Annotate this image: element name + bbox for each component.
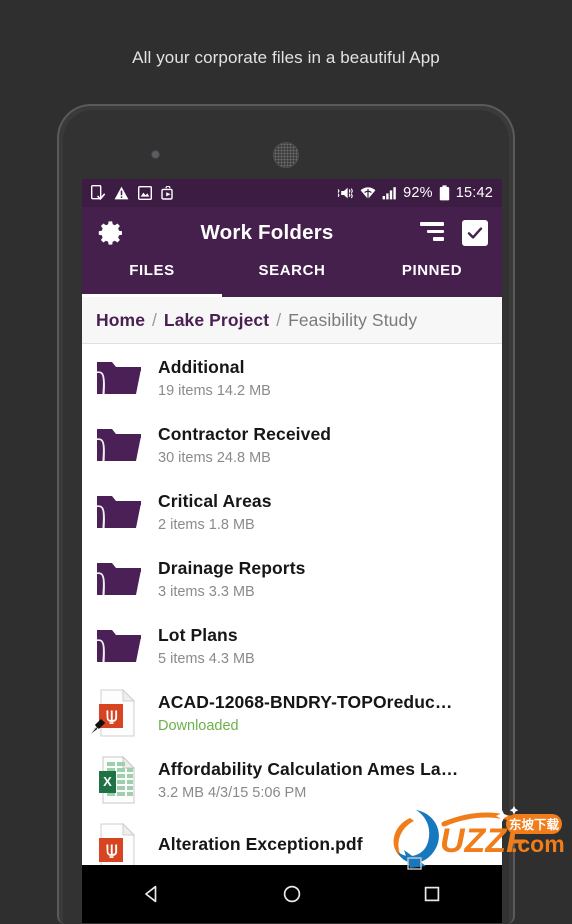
list-item[interactable]: X Affordability Calculation Ames La… 3.2… <box>82 746 502 813</box>
status-bar: 92% 15:42 <box>82 179 502 207</box>
list-item[interactable]: Contractor Received 30 items 24.8 MB <box>82 411 502 478</box>
battery-percent-label: 92% <box>403 185 433 201</box>
list-item-title: Additional <box>158 356 245 377</box>
breadcrumb-separator: / <box>152 309 157 330</box>
list-item-subtitle: 3 items 3.3 MB <box>158 583 255 600</box>
recents-square-icon <box>424 886 440 902</box>
folder-icon <box>94 621 144 671</box>
sort-icon-line-2 <box>427 229 444 233</box>
pin-icon <box>91 718 106 734</box>
folder-icon <box>94 353 144 403</box>
page-tagline: All your corporate files in a beautiful … <box>132 48 440 67</box>
breadcrumb-item-lake-project[interactable]: Lake Project <box>164 310 269 331</box>
breadcrumb-item-home[interactable]: Home <box>96 310 145 331</box>
checkbox-checked-icon <box>467 227 483 239</box>
app-bar-title: Work Folders <box>200 221 334 244</box>
list-item-text: Critical Areas 2 items 1.8 MB <box>158 491 490 533</box>
phone-mockup: 92% 15:42 Work Folders FILES SEARCH PINN… <box>57 104 515 924</box>
svg-text:X: X <box>103 774 112 789</box>
back-button[interactable] <box>125 874 179 914</box>
list-item-subtitle: 2 items 1.8 MB <box>158 516 255 533</box>
list-item-title: Critical Areas <box>158 490 272 511</box>
list-item-title: Alteration Exception.pdf <box>158 833 363 854</box>
warning-icon <box>114 186 129 200</box>
list-item[interactable]: Critical Areas 2 items 1.8 MB <box>82 478 502 545</box>
watermark-domain: .com <box>511 831 565 857</box>
file-list[interactable]: Additional 19 items 14.2 MB Contractor R… <box>82 344 502 865</box>
select-all-button[interactable] <box>462 220 488 246</box>
pdf-file-icon <box>91 688 144 738</box>
breadcrumb-item-current: Feasibility Study <box>288 309 418 330</box>
list-item-subtitle: 30 items 24.8 MB <box>158 449 271 466</box>
work-profile-icon <box>161 186 173 200</box>
breadcrumb-separator-2: / <box>276 309 282 330</box>
list-item[interactable]: Drainage Reports 3 items 3.3 MB <box>82 545 502 612</box>
earpiece-speaker-icon <box>273 142 299 168</box>
tab-search[interactable]: SEARCH <box>222 259 362 297</box>
list-item-title: ACAD-12068-BNDRY-TOPOreduc… <box>158 691 453 712</box>
signal-icon <box>382 187 396 200</box>
status-bar-left-icons <box>91 185 176 201</box>
list-item-text: Contractor Received 30 items 24.8 MB <box>158 424 490 466</box>
phone-screen: 92% 15:42 Work Folders FILES SEARCH PINN… <box>82 179 502 865</box>
sort-icon-line-3 <box>433 237 444 241</box>
wifi-icon <box>360 187 376 199</box>
android-navigation-bar <box>82 865 502 923</box>
breadcrumb: Home / Lake Project / Feasibility Study <box>82 297 502 344</box>
tab-search-label: SEARCH <box>258 262 326 279</box>
tab-files[interactable]: FILES <box>82 259 222 297</box>
list-item-title: Drainage Reports <box>158 557 306 578</box>
front-camera-icon <box>151 150 160 159</box>
list-item-subtitle: 5 items 4.3 MB <box>158 650 255 667</box>
sort-icon <box>420 222 444 226</box>
list-item-text: Additional 19 items 14.2 MB <box>158 357 490 399</box>
list-item-title: Lot Plans <box>158 624 238 645</box>
list-item-text: ACAD-12068-BNDRY-TOPOreduc… Downloaded <box>158 692 490 734</box>
list-item[interactable]: Alteration Exception.pdf <box>82 813 502 865</box>
folder-icon <box>94 554 144 604</box>
back-triangle-icon <box>145 885 157 903</box>
pdf-file-icon <box>94 822 144 865</box>
excel-file-icon: X <box>94 755 144 805</box>
phone-body: 92% 15:42 Work Folders FILES SEARCH PINN… <box>63 110 509 924</box>
home-button[interactable] <box>265 874 319 914</box>
image-icon <box>138 186 152 200</box>
list-item-text: Lot Plans 5 items 4.3 MB <box>158 625 490 667</box>
app-bar: Work Folders <box>82 207 502 259</box>
list-item[interactable]: ACAD-12068-BNDRY-TOPOreduc… Downloaded <box>82 679 502 746</box>
list-item-subtitle: 19 items 14.2 MB <box>158 382 271 399</box>
watermark-badge-text: 东坡下载 <box>509 817 560 832</box>
list-item[interactable]: Lot Plans 5 items 4.3 MB <box>82 612 502 679</box>
list-item-text: Alteration Exception.pdf <box>158 834 490 860</box>
folder-icon <box>94 420 144 470</box>
download-done-icon <box>91 185 105 200</box>
sort-button[interactable] <box>414 222 444 244</box>
battery-icon <box>439 185 449 201</box>
home-circle-icon <box>283 885 301 903</box>
tab-pinned[interactable]: PINNED <box>362 259 502 297</box>
tab-files-label: FILES <box>129 262 175 279</box>
folder-icon <box>94 487 144 537</box>
volume-mute-icon <box>337 187 353 199</box>
list-item-subtitle: 3.2 MB 4/3/15 5:06 PM <box>158 784 307 801</box>
status-bar-right-icons: 92% 15:42 <box>337 185 493 201</box>
list-item-title: Contractor Received <box>158 423 332 444</box>
list-item-status: Downloaded <box>158 717 239 734</box>
list-item-text: Affordability Calculation Ames La… 3.2 M… <box>158 759 490 801</box>
list-item-text: Drainage Reports 3 items 3.3 MB <box>158 558 490 600</box>
list-item-title: Affordability Calculation Ames La… <box>158 758 459 779</box>
tab-bar: FILES SEARCH PINNED <box>82 259 502 297</box>
clock-label: 15:42 <box>455 185 493 201</box>
list-item[interactable]: Additional 19 items 14.2 MB <box>82 344 502 411</box>
recents-button[interactable] <box>405 874 459 914</box>
tab-pinned-label: PINNED <box>401 262 463 279</box>
